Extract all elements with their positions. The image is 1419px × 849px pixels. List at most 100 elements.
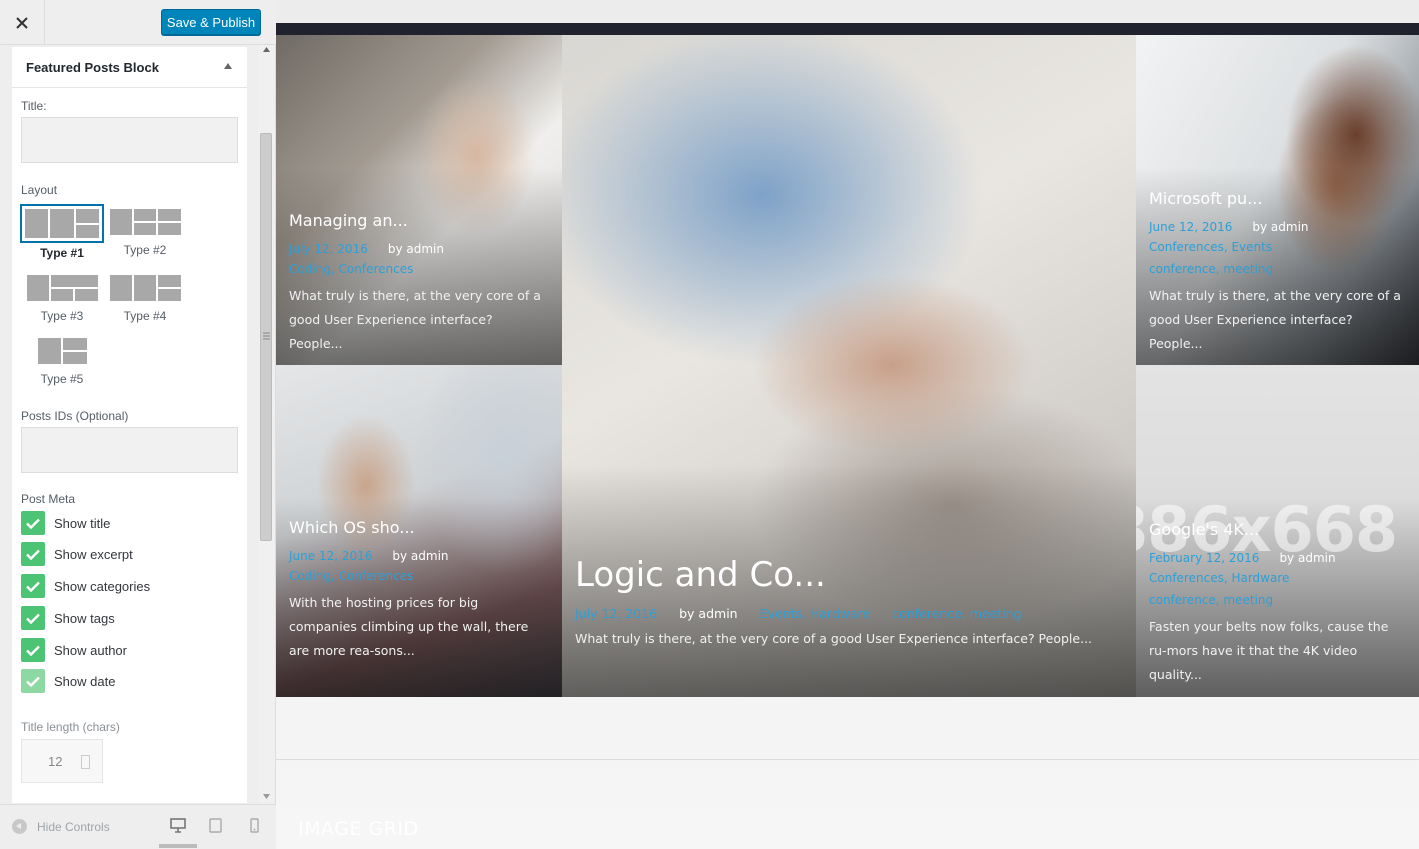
sidebar-footer: Hide Controls	[0, 804, 276, 849]
preview-top-strip	[276, 0, 1419, 23]
desktop-preview-icon[interactable]	[170, 818, 186, 833]
post-card-featured[interactable]: Logic and Co... July 12, 2016 by admin E…	[562, 35, 1136, 697]
section-header[interactable]: Featured Posts Block	[12, 47, 247, 88]
tablet-preview-icon[interactable]	[209, 818, 222, 833]
post-tags[interactable]: conference, meeting	[1149, 258, 1407, 280]
mobile-preview-icon[interactable]	[250, 818, 259, 833]
checkmark-icon	[21, 669, 45, 693]
show-categories-checkbox[interactable]: Show categories	[21, 574, 150, 598]
layout-4-icon	[108, 273, 183, 303]
post-excerpt: What truly is there, at the very core of…	[575, 631, 1093, 646]
checkbox-label: Show excerpt	[54, 546, 133, 562]
layout-option-type-4[interactable]: Type #4	[104, 273, 186, 323]
show-date-checkbox[interactable]: Show date	[21, 669, 115, 693]
post-author[interactable]: by admin	[388, 240, 444, 258]
close-icon	[16, 16, 28, 29]
scroll-thumb[interactable]	[260, 133, 272, 541]
title-label: Title:	[21, 99, 47, 113]
post-excerpt: What truly is there, at the very core of…	[1149, 288, 1401, 351]
layout-5-icon	[36, 336, 89, 366]
post-author[interactable]: by admin	[679, 605, 737, 623]
show-tags-checkbox[interactable]: Show tags	[21, 606, 115, 630]
post-author[interactable]: by admin	[1279, 549, 1335, 567]
layout-1-icon	[20, 204, 104, 243]
post-title[interactable]: Microsoft pu...	[1149, 189, 1407, 209]
post-date[interactable]: June 12, 2016	[289, 547, 372, 565]
customizer-sidebar: Save & Publish Featured Posts Block Titl…	[0, 0, 276, 849]
checkmark-icon	[21, 511, 45, 535]
post-title[interactable]: Google's 4K...	[1149, 520, 1407, 540]
checkbox-label: Show date	[54, 673, 116, 689]
site-preview: Managing an... July 12, 2016 by admin Co…	[276, 0, 1419, 849]
hide-controls-button[interactable]: Hide Controls	[12, 819, 110, 834]
show-title-checkbox[interactable]: Show title	[21, 511, 110, 535]
post-ids-label: Posts IDs (Optional)	[21, 409, 129, 423]
save-publish-button[interactable]: Save & Publish	[161, 9, 261, 35]
section-title: Featured Posts Block	[26, 59, 159, 75]
show-author-checkbox[interactable]: Show author	[21, 638, 127, 662]
post-title[interactable]: Managing an...	[289, 211, 550, 231]
layout-option-type-5[interactable]: Type #5	[21, 336, 103, 386]
collapse-arrow-icon	[12, 819, 27, 834]
checkbox-label: Show author	[54, 642, 127, 658]
nav-bar	[276, 23, 1419, 35]
layout-label: Layout	[21, 183, 58, 197]
close-button[interactable]	[0, 0, 45, 45]
post-categories[interactable]: Conferences, Hardware	[1149, 567, 1407, 589]
post-card[interactable]: Managing an... July 12, 2016 by admin Co…	[276, 35, 562, 365]
title-length-input[interactable]: 12	[21, 739, 103, 783]
spinner-icon[interactable]	[81, 755, 90, 769]
sidebar-scrollbar[interactable]	[259, 45, 275, 803]
post-card[interactable]: 886x668 Google's 4K... February 12, 2016…	[1136, 365, 1419, 697]
section-divider	[276, 759, 1419, 760]
post-title[interactable]: Which OS sho...	[289, 518, 550, 538]
post-title[interactable]: Logic and Co...	[575, 555, 1124, 595]
layout-option-label: Type #5	[40, 372, 84, 386]
sidebar-header: Save & Publish	[0, 0, 276, 45]
post-card[interactable]: Which OS sho... June 12, 2016 by admin C…	[276, 365, 562, 697]
checkbox-label: Show title	[54, 515, 111, 531]
scroll-up-icon[interactable]	[263, 47, 270, 52]
scroll-down-icon[interactable]	[263, 794, 270, 799]
post-date[interactable]: July 12, 2016	[575, 605, 657, 623]
layout-2-icon	[108, 207, 183, 237]
hide-controls-label: Hide Controls	[37, 819, 110, 834]
layout-option-label: Type #4	[123, 309, 167, 323]
post-author[interactable]: by admin	[1252, 218, 1308, 236]
post-author[interactable]: by admin	[392, 547, 448, 565]
layout-option-type-2[interactable]: Type #2	[104, 207, 186, 257]
checkbox-label: Show tags	[54, 610, 115, 626]
grip-icon	[263, 332, 270, 340]
checkmark-icon	[21, 542, 45, 566]
post-date[interactable]: July 12, 2016	[289, 240, 368, 258]
post-card[interactable]: Microsoft pu... June 12, 2016 by admin C…	[1136, 35, 1419, 365]
title-length-label: Title length (chars)	[21, 720, 120, 734]
post-meta-label: Post Meta	[21, 492, 76, 506]
image-grid-heading: IMAGE GRID	[298, 818, 419, 840]
post-ids-input[interactable]	[21, 427, 238, 473]
title-length-value: 12	[48, 753, 63, 769]
post-categories[interactable]: Conferences, Events	[1149, 236, 1407, 258]
layout-option-label: Type #3	[40, 309, 84, 323]
post-date[interactable]: February 12, 2016	[1149, 549, 1259, 567]
collapse-arrow-icon[interactable]	[224, 63, 232, 69]
post-tags[interactable]: conference, meeting	[1149, 589, 1407, 611]
layout-option-label: Type #1	[40, 246, 84, 260]
post-categories[interactable]: Coding, Conferences	[289, 258, 550, 280]
post-excerpt: With the hosting prices for big companie…	[289, 595, 529, 658]
show-excerpt-checkbox[interactable]: Show excerpt	[21, 542, 133, 566]
active-device-indicator	[159, 844, 197, 848]
featured-posts-grid: Managing an... July 12, 2016 by admin Co…	[276, 35, 1419, 697]
post-categories[interactable]: Events, Hardware	[760, 605, 871, 623]
section-panel: Featured Posts Block Title: Layout Type …	[12, 47, 247, 803]
layout-option-type-1[interactable]: Type #1	[20, 204, 104, 260]
post-categories[interactable]: Coding, Conferences	[289, 565, 550, 587]
title-input[interactable]	[21, 117, 238, 163]
post-date[interactable]: June 12, 2016	[1149, 218, 1232, 236]
layout-option-label: Type #2	[123, 243, 167, 257]
post-tags[interactable]: conference, meeting	[892, 605, 1021, 623]
post-excerpt: Fasten your belts now folks, cause the r…	[1149, 619, 1389, 682]
layout-3-icon	[25, 273, 100, 303]
post-excerpt: What truly is there, at the very core of…	[289, 288, 541, 351]
layout-option-type-3[interactable]: Type #3	[21, 273, 103, 323]
